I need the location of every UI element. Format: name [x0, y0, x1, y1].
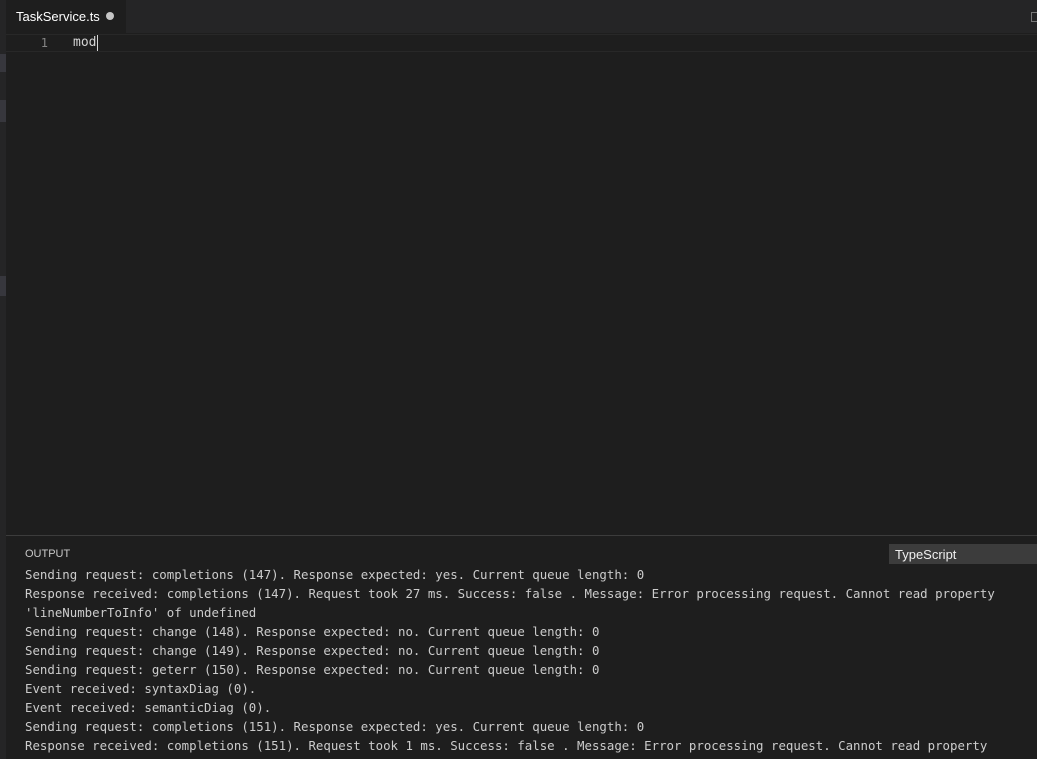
output-line: Event received: syntaxDiag (0). [25, 681, 257, 696]
output-line: 'lineNumberToInfo' of undefined [25, 605, 257, 620]
output-channel-select[interactable]: TypeScript [889, 544, 1037, 564]
output-line: Response received: completions (147). Re… [25, 586, 995, 601]
tab-taskservice[interactable]: TaskService.ts [6, 0, 126, 33]
panel-title[interactable]: OUTPUT [25, 548, 70, 560]
output-lines: Sending request: completions (147). Resp… [25, 566, 995, 755]
output-panel: OUTPUT TypeScript Sending request: compl… [6, 535, 1037, 759]
output-log[interactable]: Sending request: completions (147). Resp… [25, 566, 1033, 756]
output-line: Sending request: change (148). Response … [25, 624, 600, 639]
code-line[interactable]: mod [73, 35, 99, 51]
vscode-window: TaskService.ts 1 mod OUTPUT TypeScript S… [0, 0, 1037, 759]
line-number: 1 [40, 36, 48, 50]
editor-tab-bar: TaskService.ts [6, 0, 1037, 33]
current-line-highlight [6, 34, 1037, 52]
output-line: Response received: completions (151). Re… [25, 738, 988, 753]
text-cursor [97, 35, 99, 51]
output-line: Event received: semanticDiag (0). [25, 700, 272, 715]
output-line: Sending request: change (149). Response … [25, 643, 600, 658]
output-line: Sending request: completions (151). Resp… [25, 719, 645, 734]
split-editor-icon[interactable] [1031, 12, 1037, 22]
unsaved-dot-icon[interactable] [106, 12, 114, 20]
tab-label: TaskService.ts [16, 9, 100, 24]
panel-header: OUTPUT TypeScript [6, 536, 1037, 570]
output-line: Sending request: geterr (150). Response … [25, 662, 600, 677]
code-editor[interactable]: 1 mod [6, 33, 1037, 535]
output-line: Sending request: completions (147). Resp… [25, 567, 645, 582]
code-text: mod [73, 35, 97, 50]
